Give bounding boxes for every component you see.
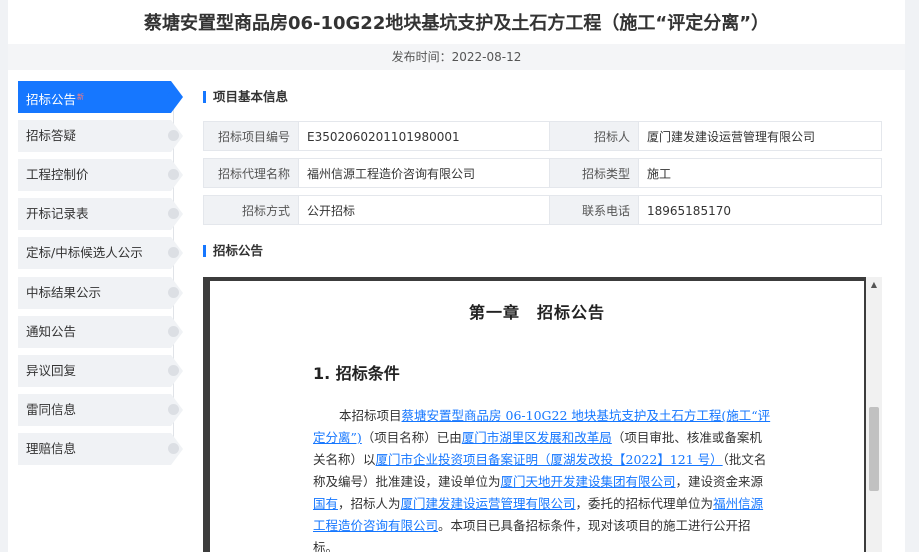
para-filled-field: 厦门市湖里区发展和改革局 — [461, 430, 612, 445]
document-heading: 1. 招标条件 — [313, 364, 400, 383]
sidebar-item-label: 定标/中标候选人公示 — [26, 245, 143, 260]
timeline-dot — [168, 326, 179, 337]
info-row: 招标方式 公开招标 联系电话 18965185170 — [203, 195, 882, 225]
sidebar-item-label: 招标答疑 — [26, 128, 77, 143]
para-text: 本招标项目 — [339, 408, 402, 423]
sidebar-item-zhaobiao-gonggao[interactable]: 招标公告新 — [18, 81, 183, 113]
para-filled-field: 厦门天地开发建设集团有限公司 — [500, 474, 676, 489]
info-value: E3502060201101980001 — [298, 121, 550, 151]
timeline-dot — [168, 247, 179, 258]
sidebar-item-tongzhi[interactable]: 通知公告 — [18, 316, 183, 348]
para-text: ，建设资金来源 — [675, 474, 764, 489]
info-row: 招标代理名称 福州信源工程造价咨询有限公司 招标类型 施工 — [203, 158, 882, 188]
document-viewer[interactable]: 第一章 招标公告 1. 招标条件 本招标项目蔡塘安置型商品房 06-10G22 … — [203, 277, 881, 552]
info-row: 招标项目编号 E3502060201101980001 招标人 厦门建发建设运营… — [203, 121, 882, 151]
sidebar-item-kaibiao[interactable]: 开标记录表 — [18, 198, 183, 230]
info-label: 招标方式 — [203, 195, 299, 225]
sidebar-item-lipei[interactable]: 理赔信息 — [18, 433, 183, 465]
scroll-up-arrow-icon[interactable]: ▲ — [866, 277, 882, 293]
sidebar-item-label: 雷同信息 — [26, 402, 77, 417]
sidebar-item-label: 招标公告 — [26, 92, 77, 108]
info-value: 公开招标 — [298, 195, 550, 225]
timeline-dot — [168, 169, 179, 180]
scrollbar-thumb[interactable] — [869, 407, 879, 491]
publish-time: 发布时间：2022-08-12 — [8, 44, 905, 70]
sidebar-item-label: 中标结果公示 — [26, 285, 102, 300]
sidebar-item-label: 开标记录表 — [26, 206, 89, 221]
info-value: 福州信源工程造价咨询有限公司 — [298, 158, 550, 188]
page-title: 蔡塘安置型商品房06-10G22地块基坑支护及土石方工程（施工“评定分离”） — [143, 13, 770, 34]
section-title-notice: 招标公告 — [203, 243, 263, 259]
para-filled-field: 厦门建发建设运营管理有限公司 — [400, 496, 576, 511]
document-paragraph: 本招标项目蔡塘安置型商品房 06-10G22 地块基坑支护及土石方工程(施工“评… — [313, 405, 773, 552]
timeline-dot — [168, 287, 179, 298]
sidebar-item-label: 通知公告 — [26, 324, 77, 339]
info-label: 招标人 — [549, 121, 639, 151]
sidebar-item-label: 异议回复 — [26, 363, 77, 378]
timeline-dot — [168, 443, 179, 454]
para-filled-field: 厦门市企业投资项目备案证明（厦湖发改投【2022】121 号） — [375, 452, 723, 467]
info-label: 联系电话 — [549, 195, 639, 225]
document-page: 第一章 招标公告 1. 招标条件 本招标项目蔡塘安置型商品房 06-10G22 … — [210, 281, 864, 552]
document-scrollbar[interactable]: ▲ — [866, 277, 882, 552]
info-value: 施工 — [638, 158, 882, 188]
sidebar-item-label: 工程控制价 — [26, 167, 89, 182]
timeline-dot — [168, 130, 179, 141]
info-value: 厦门建发建设运营管理有限公司 — [638, 121, 882, 151]
sidebar-item-houxuanren[interactable]: 定标/中标候选人公示 — [18, 237, 183, 269]
timeline-dot-active — [167, 91, 180, 104]
info-label: 招标代理名称 — [203, 158, 299, 188]
sidebar-item-label: 理赔信息 — [26, 441, 77, 456]
info-value: 18965185170 — [638, 195, 882, 225]
timeline-dot — [168, 208, 179, 219]
para-text: （项目名称）已由 — [361, 430, 462, 445]
sidebar-item-yiyi[interactable]: 异议回复 — [18, 355, 183, 387]
para-filled-field: 国有 — [313, 496, 339, 511]
para-text: ，招标人为 — [338, 496, 401, 511]
timeline-dot — [168, 365, 179, 376]
section-title-basic-info: 项目基本信息 — [203, 89, 288, 105]
para-text: ，委托的招标代理单位为 — [575, 496, 714, 511]
sidebar-item-leitong[interactable]: 雷同信息 — [18, 394, 183, 426]
new-badge: 新 — [77, 93, 85, 101]
sidebar-item-jieguo[interactable]: 中标结果公示 — [18, 277, 183, 309]
sidebar-item-kongzhijia[interactable]: 工程控制价 — [18, 159, 183, 191]
document-chapter-title: 第一章 招标公告 — [468, 303, 605, 322]
info-label: 招标类型 — [549, 158, 639, 188]
timeline-dot — [168, 404, 179, 415]
info-label: 招标项目编号 — [203, 121, 299, 151]
sidebar-item-dayi[interactable]: 招标答疑 — [18, 120, 183, 152]
